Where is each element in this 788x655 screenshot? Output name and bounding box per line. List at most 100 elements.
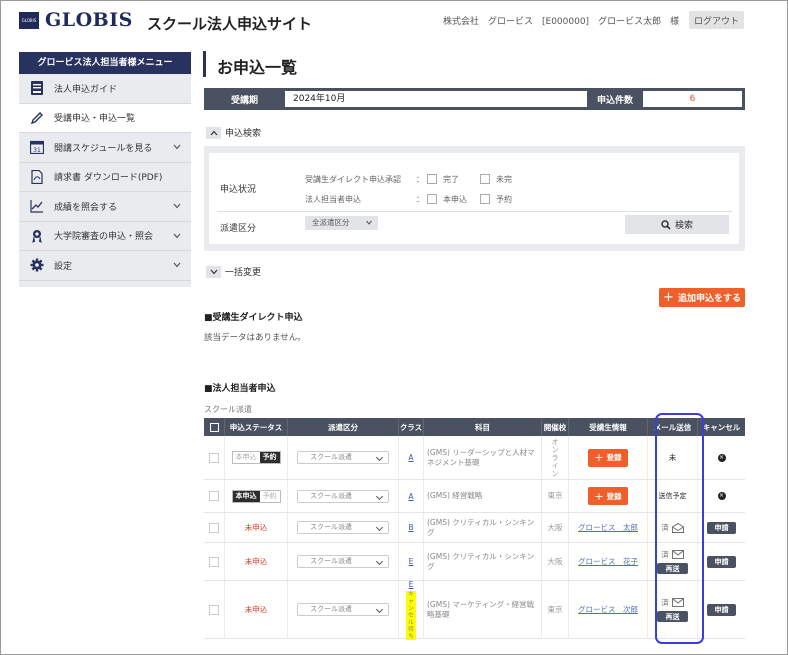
divider — [217, 211, 732, 212]
bulk-change-label: 一括変更 — [225, 268, 262, 278]
dispatch-select[interactable]: スクール派遣 — [297, 489, 389, 503]
resend-button[interactable]: 再送 — [657, 563, 688, 574]
notyet-checkbox[interactable] — [480, 174, 490, 184]
logo[interactable]: GLOBIS — [45, 9, 133, 31]
chevron-down-icon[interactable] — [173, 232, 181, 240]
status-option[interactable]: 予約 — [259, 490, 280, 502]
row-checkbox[interactable] — [209, 491, 219, 501]
cancel-request-button[interactable]: 申請 — [707, 555, 736, 568]
dispatch-select-value: 全派遣区分 — [312, 218, 350, 227]
row-checkbox[interactable] — [209, 556, 219, 567]
status-option[interactable]: 本申込 — [232, 490, 260, 502]
done-label: 完了 — [443, 175, 459, 184]
user-info: 株式会社 グロービス [E000000] グロービス太郎 様 — [443, 17, 680, 27]
dispatch-label: 派遣区分 — [220, 224, 257, 234]
search-button[interactable]: 検索 — [625, 215, 729, 234]
direct-approval-label: 受講生ダイレクト申込承認 — [305, 175, 401, 184]
mail-sent: 済 — [661, 522, 684, 533]
mail-sent-label: 済 — [661, 598, 669, 607]
cancel-x-icon[interactable]: × — [717, 492, 726, 500]
dispatch-value: スクール派遣 — [310, 491, 352, 500]
header-select-all[interactable] — [204, 418, 225, 436]
chevron-down-icon[interactable] — [173, 143, 181, 151]
header-mail: メール送信 — [648, 418, 698, 436]
class-link[interactable]: E — [409, 557, 414, 566]
dispatch-select[interactable]: スクール派遣 — [297, 603, 389, 616]
application-table: 申込ステータス 派遣区分 クラス 科目 開催校 受講生情報 メール送信 キャンセ… — [204, 418, 745, 640]
dispatch-select[interactable]: スクール派遣 — [297, 555, 389, 568]
done-checkbox[interactable] — [427, 174, 437, 184]
bulk-change-toggle[interactable]: 一括変更 — [206, 265, 261, 278]
status-toggle[interactable]: 本申込 予約 — [231, 451, 281, 464]
search-form: 申込状況 受講生ダイレクト申込承認 法人担当者申込 ： ： 完了 未完 本申込 … — [209, 153, 739, 244]
plus-icon: + — [594, 489, 604, 503]
chevron-down-icon[interactable] — [173, 261, 181, 269]
student-link[interactable]: グロービス 次郎 — [578, 604, 638, 615]
cancel-request-button[interactable]: 申請 — [707, 603, 736, 616]
sidebar-item-graduate[interactable]: 大学院審査の申込・照会 — [19, 222, 191, 251]
dispatch-select[interactable]: 全派遣区分 — [305, 216, 378, 230]
sidebar-item-guide[interactable]: 法人申込ガイド — [19, 74, 191, 104]
sidebar-item-settings[interactable]: 設定 — [19, 251, 191, 281]
register-button[interactable]: + 登録 — [588, 487, 628, 505]
status-option[interactable]: 予約 — [259, 452, 280, 463]
chevron-down-icon — [375, 492, 384, 500]
chevron-down-icon[interactable] — [173, 202, 181, 210]
sidebar-item-apply[interactable]: 受講申込・申込一覧 — [19, 103, 191, 133]
student-link[interactable]: グロービス 太郎 — [578, 522, 638, 533]
plus-icon: + — [663, 290, 674, 305]
search-toggle[interactable]: 申込検索 — [206, 126, 261, 139]
dispatch-select[interactable]: スクール派遣 — [297, 521, 389, 534]
plus-icon: + — [594, 451, 604, 464]
venue: 東京 — [542, 581, 569, 638]
venue: 大阪 — [542, 513, 569, 542]
mail-status: 未 — [648, 436, 698, 479]
logout-button[interactable]: ログアウト — [689, 11, 744, 29]
sidebar-item-label: 設定 — [54, 261, 73, 272]
main-apply-checkbox[interactable] — [427, 194, 437, 204]
header-status: 申込ステータス — [225, 418, 288, 436]
mail-sent: 済 — [661, 549, 684, 560]
table-row: 未申込 スクール派遣 E (GMS) クリティカル・シンキング 大阪 グロービス… — [204, 543, 745, 581]
status-option[interactable]: 本申込 — [232, 452, 260, 463]
cancel-request-button[interactable]: 申請 — [707, 521, 736, 534]
status-text: 未申込 — [244, 523, 268, 532]
class-link[interactable]: A — [408, 453, 413, 462]
add-application-button[interactable]: + 追加申込をする — [659, 288, 745, 307]
dispatch-value: スクール派遣 — [310, 453, 352, 461]
site-title: スクール法人申込サイト — [147, 15, 313, 33]
row-checkbox[interactable] — [209, 452, 219, 463]
chevron-down-icon — [206, 265, 221, 278]
class-link[interactable]: E — [409, 580, 414, 589]
register-button[interactable]: + 登録 — [588, 448, 628, 467]
reserve-checkbox[interactable] — [480, 194, 490, 204]
pencil-icon — [30, 111, 44, 125]
venue: 東京 — [542, 480, 569, 512]
sidebar-item-invoice[interactable]: 請求書 ダウンロード(PDF) — [19, 163, 191, 192]
school-dispatch-label: スクール派遣 — [204, 405, 252, 414]
status-label: 申込状況 — [220, 185, 257, 195]
sidebar-item-schedule[interactable]: 31 開講スケジュールを見る — [19, 133, 191, 163]
mail-sent-label: 済 — [661, 523, 669, 532]
corp-apply-label: 法人担当者申込 — [305, 195, 361, 204]
student-link[interactable]: グロービス 花子 — [578, 556, 638, 567]
venue: 大阪 — [542, 543, 569, 580]
register-label: 登録 — [606, 491, 622, 501]
dispatch-select[interactable]: スクール派遣 — [297, 451, 389, 464]
sidebar: グロービス法人担当者様メニュー 法人申込ガイド 受講申込・申込一覧 31 開講ス… — [19, 52, 191, 287]
class-link[interactable]: A — [408, 492, 413, 501]
row-checkbox[interactable] — [209, 522, 219, 533]
sidebar-item-grades[interactable]: 成績を照会する — [19, 192, 191, 222]
subject: (GMS) リーダーシップと人材マネジメント基礎 — [424, 436, 542, 479]
cancel-x-icon[interactable]: × — [717, 453, 726, 462]
status-text: 未申込 — [244, 557, 268, 566]
header-student-info: 受講生情報 — [569, 418, 648, 436]
resend-button[interactable]: 再送 — [657, 611, 688, 622]
page-title: お申込一覧 — [217, 58, 298, 77]
class-link[interactable]: B — [408, 523, 413, 532]
status-toggle[interactable]: 本申込 予約 — [231, 489, 281, 503]
row-checkbox[interactable] — [209, 604, 219, 615]
search-toggle-label: 申込検索 — [225, 129, 262, 139]
count-label: 申込件数 — [596, 95, 633, 106]
register-label: 登録 — [606, 453, 622, 462]
